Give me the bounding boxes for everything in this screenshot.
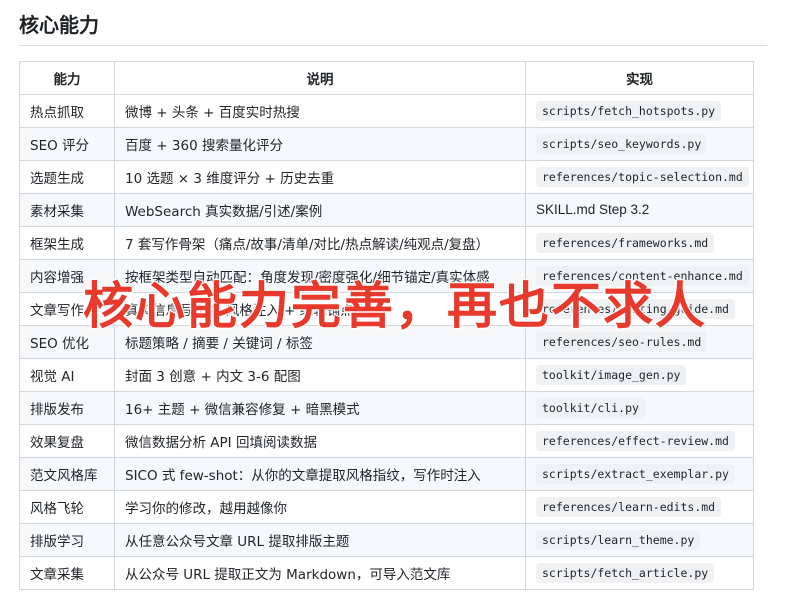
implementation-path: scripts/fetch_article.py (536, 563, 715, 583)
implementation-path: references/content-enhance.md (536, 266, 749, 286)
cell-implementation: references/frameworks.md (525, 226, 754, 260)
implementation-path: references/topic-selection.md (536, 167, 749, 187)
implementation-path: toolkit/cli.py (536, 398, 645, 418)
cell-capability: 风格飞轮 (19, 490, 115, 524)
cell-description: 7 套写作骨架（痛点/故事/清单/对比/热点解读/纯观点/复盘） (114, 226, 526, 260)
implementation-path: references/learn-edits.md (536, 497, 722, 517)
section-title: 核心能力 (19, 13, 99, 37)
cell-implementation: scripts/extract_exemplar.py (525, 457, 754, 491)
cell-implementation: scripts/fetch_article.py (525, 556, 754, 590)
cell-description: 从公众号 URL 提取正文为 Markdown，可导入范文库 (114, 556, 526, 590)
table-row: 素材采集 WebSearch 真实数据/引述/案例 SKILL.md Step 3.… (19, 193, 754, 227)
cell-implementation: references/effect-review.md (525, 424, 754, 458)
cell-capability: 框架生成 (19, 226, 115, 260)
cell-implementation: references/learn-edits.md (525, 490, 754, 524)
cell-implementation: references/content-enhance.md (525, 259, 754, 293)
cell-description: 标题策略 / 摘要 / 关键词 / 标签 (114, 325, 526, 359)
cell-capability: 排版学习 (19, 523, 115, 557)
cell-description: WebSearch 真实数据/引述/案例 (114, 193, 526, 227)
table-row: 风格飞轮 学习你的修改，越用越像你 references/learn-edits.m… (19, 490, 754, 524)
cell-capability: 视觉 AI (19, 358, 115, 392)
cell-capability: 排版发布 (19, 391, 115, 425)
cell-capability: 文章写作 (19, 292, 115, 326)
implementation-path: scripts/extract_exemplar.py (536, 464, 735, 484)
cell-capability: 内容增强 (19, 259, 115, 293)
cell-description: 真实信息写作 + 风格注入 + 编辑锚点 (114, 292, 526, 326)
cell-description: 从任意公众号文章 URL 提取排版主题 (114, 523, 526, 557)
cell-capability: 效果复盘 (19, 424, 115, 458)
table-row: 效果复盘 微信数据分析 API 回填阅读数据 references/effect-r… (19, 424, 754, 458)
implementation-path: references/writing-guide.md (536, 299, 735, 319)
cell-capability: 文章采集 (19, 556, 115, 590)
cell-description: 微博 + 头条 + 百度实时热搜 (114, 94, 526, 128)
table-row: SEO 优化 标题策略 / 摘要 / 关键词 / 标签 references/seo… (19, 325, 754, 359)
table-row: 热点抓取 微博 + 头条 + 百度实时热搜 scripts/fetch_hotspo… (19, 94, 754, 128)
implementation-path: references/frameworks.md (536, 233, 715, 253)
cell-description: 学习你的修改，越用越像你 (114, 490, 526, 524)
table-row: 框架生成 7 套写作骨架（痛点/故事/清单/对比/热点解读/纯观点/复盘） refe… (19, 226, 754, 260)
cell-implementation: SKILL.md Step 3.2 (525, 193, 754, 227)
cell-implementation: toolkit/image_gen.py (525, 358, 754, 392)
implementation-path: scripts/fetch_hotspots.py (536, 101, 722, 121)
cell-implementation: references/seo-rules.md (525, 325, 754, 359)
column-header-implementation: 实现 (525, 61, 754, 95)
column-header-capability: 能力 (19, 61, 115, 95)
cell-capability: 选题生成 (19, 160, 115, 194)
cell-capability: 范文风格库 (19, 457, 115, 491)
implementation-path: scripts/seo_keywords.py (536, 134, 708, 154)
cell-description: 按框架类型自动匹配：角度发现/密度强化/细节锚定/真实体感 (114, 259, 526, 293)
table-row: 排版学习 从任意公众号文章 URL 提取排版主题 scripts/learn_the… (19, 523, 754, 557)
table-row: 文章写作 真实信息写作 + 风格注入 + 编辑锚点 references/writi… (19, 292, 754, 326)
table-row: 范文风格库 SICO 式 few-shot：从你的文章提取风格指纹，写作时注入 sc… (19, 457, 754, 491)
page: 核心能力 能力 说明 实现 热点抓取 微博 + 头条 + 百度实时热搜 script… (0, 0, 790, 609)
table-row: 排版发布 16+ 主题 + 微信兼容修复 + 暗黑模式 toolkit/cli.py (19, 391, 754, 425)
cell-capability: SEO 评分 (19, 127, 115, 161)
table-row: 视觉 AI 封面 3 创意 + 内文 3-6 配图 toolkit/image_ge… (19, 358, 754, 392)
section-divider (19, 45, 767, 46)
column-header-description: 说明 (114, 61, 526, 95)
cell-description: 16+ 主题 + 微信兼容修复 + 暗黑模式 (114, 391, 526, 425)
cell-description: 封面 3 创意 + 内文 3-6 配图 (114, 358, 526, 392)
capability-table: 能力 说明 实现 热点抓取 微博 + 头条 + 百度实时热搜 scripts/fet… (19, 61, 754, 590)
table-header-row: 能力 说明 实现 (19, 61, 754, 95)
implementation-path: scripts/learn_theme.py (536, 530, 701, 550)
cell-capability: 素材采集 (19, 193, 115, 227)
implementation-path: references/effect-review.md (536, 431, 735, 451)
cell-capability: 热点抓取 (19, 94, 115, 128)
cell-description: 微信数据分析 API 回填阅读数据 (114, 424, 526, 458)
cell-description: SICO 式 few-shot：从你的文章提取风格指纹，写作时注入 (114, 457, 526, 491)
cell-implementation: scripts/seo_keywords.py (525, 127, 754, 161)
implementation-path: references/seo-rules.md (536, 332, 708, 352)
table-row: 选题生成 10 选题 × 3 维度评分 + 历史去重 references/topi… (19, 160, 754, 194)
cell-implementation: references/topic-selection.md (525, 160, 754, 194)
cell-description: 10 选题 × 3 维度评分 + 历史去重 (114, 160, 526, 194)
cell-description: 百度 + 360 搜索量化评分 (114, 127, 526, 161)
cell-capability: SEO 优化 (19, 325, 115, 359)
implementation-path: toolkit/image_gen.py (536, 365, 687, 385)
table-row: SEO 评分 百度 + 360 搜索量化评分 scripts/seo_keyword… (19, 127, 754, 161)
cell-implementation: toolkit/cli.py (525, 391, 754, 425)
table-row: 文章采集 从公众号 URL 提取正文为 Markdown，可导入范文库 script… (19, 556, 754, 590)
cell-implementation: scripts/fetch_hotspots.py (525, 94, 754, 128)
cell-implementation: references/writing-guide.md (525, 292, 754, 326)
cell-implementation: scripts/learn_theme.py (525, 523, 754, 557)
implementation-text: SKILL.md Step 3.2 (536, 202, 650, 217)
table-row: 内容增强 按框架类型自动匹配：角度发现/密度强化/细节锚定/真实体感 referen… (19, 259, 754, 293)
